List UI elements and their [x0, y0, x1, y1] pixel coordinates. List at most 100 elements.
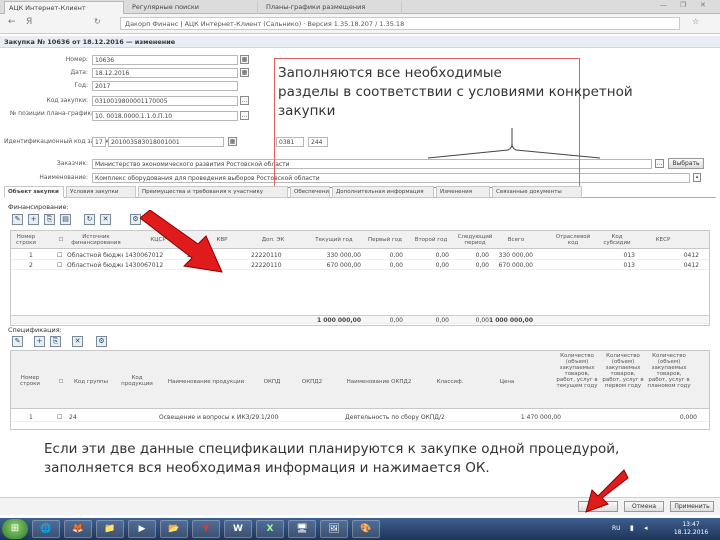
- image-viewer-icon[interactable]: 🖼: [320, 520, 348, 538]
- red-arrow-icon: [585, 469, 629, 513]
- ikz-part-input[interactable]: 201003583018001001: [108, 137, 224, 147]
- browser-tab[interactable]: Регулярные поиски: [128, 1, 258, 14]
- scroll-arrow-icon[interactable]: ▴: [693, 173, 701, 182]
- column-header: Классиф.: [436, 379, 464, 385]
- lookup-icon[interactable]: …: [655, 159, 664, 168]
- spec-section-title: Спецификация:: [8, 326, 62, 334]
- close-icon[interactable]: ✕: [700, 1, 706, 9]
- row-checkbox[interactable]: ☐: [57, 262, 62, 269]
- column-header: Количество (объем) закупаемых товаров, р…: [647, 353, 691, 389]
- remote-desktop-icon[interactable]: 🖥: [288, 520, 316, 538]
- lookup-icon[interactable]: …: [240, 96, 249, 105]
- cancel-button[interactable]: Отмена: [624, 501, 664, 512]
- row-checkbox[interactable]: ☐: [57, 252, 62, 259]
- copy-icon[interactable]: ⎘: [50, 336, 61, 347]
- ikz-label: Идентификационный код закупки:: [4, 138, 115, 145]
- ikz-part-input[interactable]: 17: [92, 137, 106, 147]
- edit-icon[interactable]: ✎: [12, 336, 23, 347]
- settings-icon[interactable]: ⚙: [96, 336, 107, 347]
- table-header: Номер строки ☐ Код группы Код продукции …: [11, 351, 709, 409]
- spec-table: Номер строки ☐ Код группы Код продукции …: [10, 350, 710, 430]
- delete-icon[interactable]: ✕: [100, 214, 111, 225]
- column-header: Количество (объем) закупаемых товаров, р…: [602, 353, 644, 389]
- star-icon[interactable]: ☆: [692, 17, 699, 26]
- word-icon[interactable]: W: [224, 520, 252, 538]
- tab-conditions[interactable]: Условия закупки: [66, 186, 136, 198]
- tab-changes[interactable]: Изменения: [436, 186, 490, 198]
- finance-section-title: Финансирование:: [8, 203, 69, 211]
- add-icon[interactable]: +: [34, 336, 45, 347]
- explorer-icon[interactable]: 📂: [160, 520, 188, 538]
- column-header: Наименование ОКПД2: [346, 379, 412, 385]
- tab-object[interactable]: Объект закупки: [4, 186, 64, 198]
- purchase-code-label: Код закупки:: [46, 97, 89, 104]
- apply-button[interactable]: Применить: [670, 501, 714, 512]
- browser-tab[interactable]: АЦК Интернет-Клиент: [4, 1, 124, 14]
- tab-related-docs[interactable]: Связанные документы: [492, 186, 582, 198]
- back-icon[interactable]: ←: [8, 17, 16, 27]
- number-input[interactable]: 10636: [92, 55, 238, 65]
- date-input[interactable]: 18.12.2016: [92, 68, 238, 78]
- tab-additional-info[interactable]: Дополнительная информация: [332, 186, 434, 198]
- table-row[interactable]: 1 ☐ Областной бюджет 1430067012 244 2222…: [11, 251, 709, 260]
- maximize-icon[interactable]: ❐: [680, 1, 686, 9]
- media-player-icon[interactable]: ▶: [128, 520, 156, 538]
- table-row[interactable]: 1 ☐ 24 Освещение и вопросы к ИКЗ/29.1/20…: [11, 413, 709, 422]
- browser-icon[interactable]: 🌐: [32, 520, 60, 538]
- row-checkbox[interactable]: ☐: [57, 414, 62, 421]
- delete-icon[interactable]: ✕: [72, 336, 83, 347]
- address-input[interactable]: Дакорп Финанс | АЦК Интернет-Клиент (Сал…: [120, 17, 680, 30]
- column-header: ОКПД2: [301, 379, 323, 385]
- lookup-icon[interactable]: …: [240, 111, 249, 120]
- network-icon[interactable]: ▮: [630, 524, 634, 532]
- windows-taskbar: ⊞ 🌐 🦊 📁 ▶ 📂 Y W X 🖥 🖼 🎨 RU ▮ ◂ 13:47 18.1…: [0, 518, 720, 540]
- folder-icon[interactable]: 📁: [96, 520, 124, 538]
- calendar-icon[interactable]: ▦: [240, 68, 249, 77]
- column-header: Код субсидии: [603, 234, 631, 246]
- column-header: ☐: [58, 379, 64, 385]
- table-header: Номер строки ☐ Источник финансирования К…: [11, 231, 709, 249]
- annotation-text-top: Заполняются все необходимые разделы в соо…: [278, 65, 633, 119]
- tab-security[interactable]: Обеспечение: [290, 186, 330, 198]
- select-button[interactable]: Выбрать: [668, 158, 704, 169]
- purchase-code-input[interactable]: 0310019800001170005: [92, 96, 238, 106]
- column-header: Первый год: [368, 237, 402, 243]
- browser-tab[interactable]: Планы-графики размещения: [262, 1, 402, 14]
- volume-icon[interactable]: ◂: [644, 524, 648, 532]
- browser-tab-bar: АЦК Интернет-Клиент Регулярные поиски Пл…: [0, 0, 720, 14]
- totals-row: 1 000 000,00 0,00 0,00 0,00 1 000 000,00: [11, 315, 709, 324]
- column-header: КЕСР: [655, 237, 671, 243]
- firefox-icon[interactable]: 🦊: [64, 520, 92, 538]
- system-clock[interactable]: 13:47 18.12.2016: [666, 521, 716, 537]
- year-input[interactable]: 2017: [92, 81, 238, 91]
- refresh-icon[interactable]: ↻: [84, 214, 95, 225]
- column-header: Второй год: [414, 237, 448, 243]
- paint-icon[interactable]: 🎨: [352, 520, 380, 538]
- excel-icon[interactable]: X: [256, 520, 284, 538]
- column-header: ОКПД: [263, 379, 281, 385]
- calendar-icon[interactable]: ▦: [240, 55, 249, 64]
- column-header: ☐: [58, 237, 64, 243]
- start-button[interactable]: ⊞: [2, 519, 28, 539]
- calendar-icon[interactable]: ▦: [228, 137, 237, 146]
- column-header: Следующий период: [457, 234, 493, 246]
- yandex-logo-icon[interactable]: Я: [26, 17, 32, 27]
- reload-icon[interactable]: ↻: [94, 17, 101, 26]
- edit-icon[interactable]: ✎: [12, 214, 23, 225]
- name-label: Наименование:: [39, 174, 88, 181]
- minimize-icon[interactable]: —: [660, 1, 667, 9]
- column-header: Номер строки: [16, 234, 36, 246]
- table-row[interactable]: 2 ☐ Областной бюджет 1430067012 244 2222…: [11, 261, 709, 270]
- column-header: Источник финансирования: [71, 234, 121, 246]
- yandex-browser-icon[interactable]: Y: [192, 520, 220, 538]
- tab-advantages[interactable]: Преимущества и требования к участнику: [138, 186, 288, 198]
- address-bar-row: ← Я ↻ Дакорп Финанс | АЦК Интернет-Клиен…: [0, 14, 720, 34]
- copy-icon[interactable]: ⎘: [44, 214, 55, 225]
- plan-position-input[interactable]: 10. 0018.0000.1.1.0.П.10: [92, 111, 238, 121]
- save-icon[interactable]: ▤: [60, 214, 71, 225]
- red-arrow-icon: [140, 210, 223, 273]
- add-icon[interactable]: +: [28, 214, 39, 225]
- column-header: Код продукции: [121, 375, 153, 387]
- language-indicator[interactable]: RU: [612, 525, 621, 532]
- spec-toolbar: ✎ + ⎘ ✕ ⚙: [12, 336, 122, 350]
